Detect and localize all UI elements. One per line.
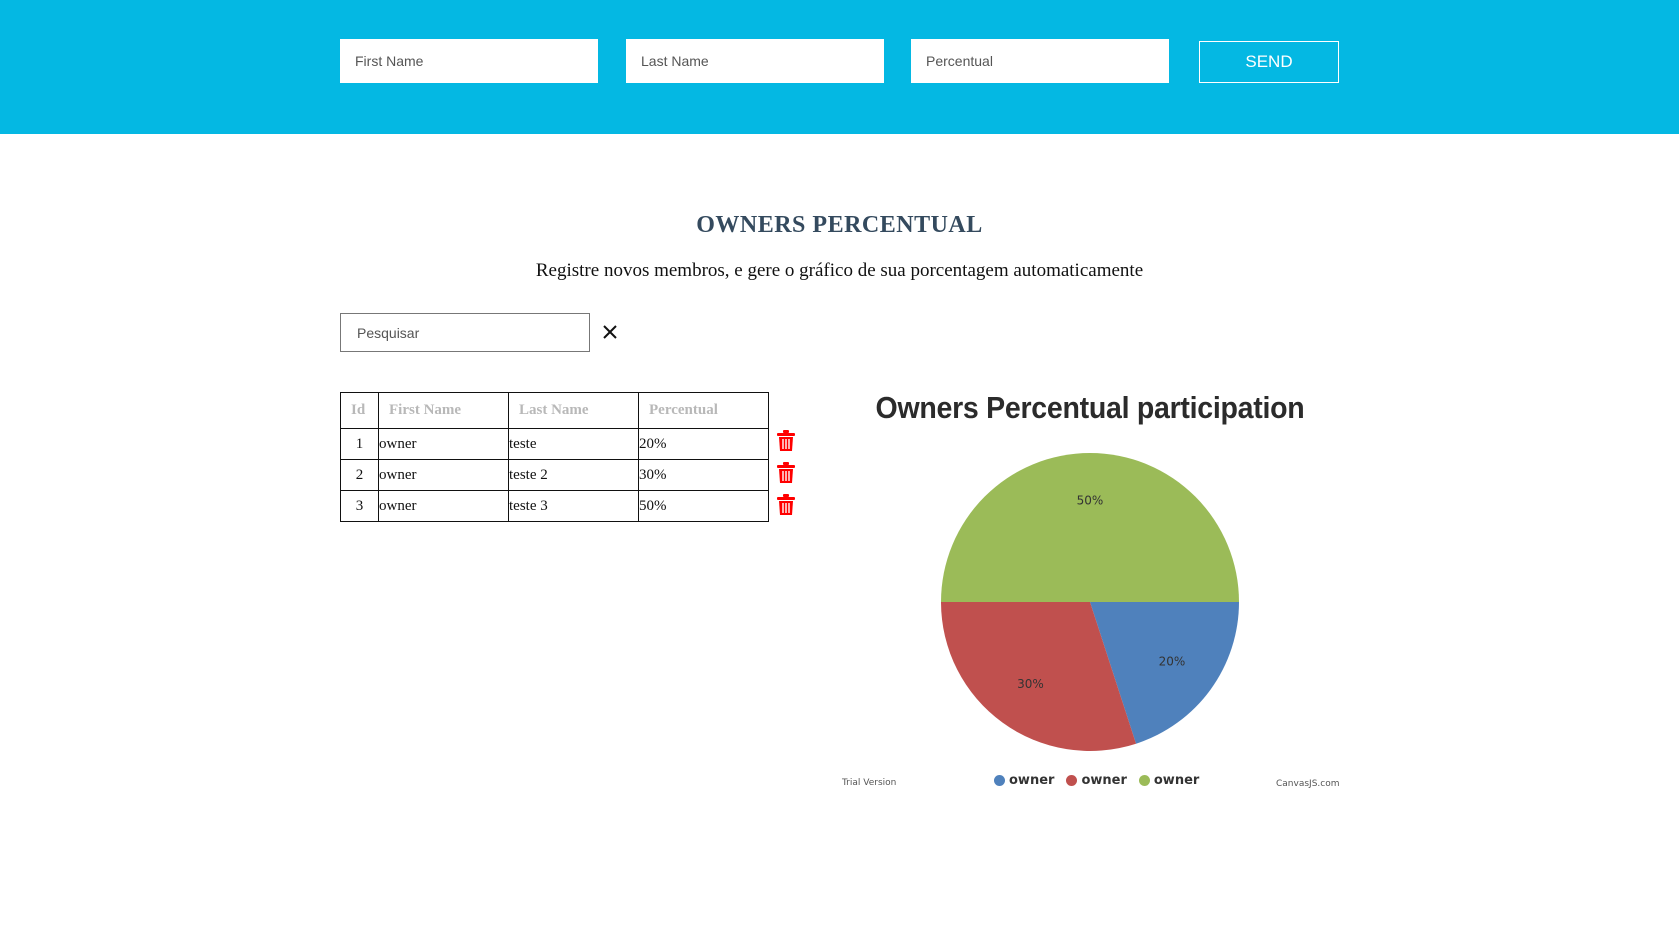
close-icon — [603, 325, 617, 339]
legend-label: owner — [1153, 773, 1200, 788]
legend-label: owner — [1081, 773, 1127, 788]
column-header-first-name: First Name — [378, 392, 509, 429]
pie-chart: 20% 30% 50% — [941, 453, 1239, 751]
clear-search-button[interactable] — [598, 318, 622, 346]
legend-marker — [994, 775, 1005, 786]
legend-item[interactable]: owner — [1066, 773, 1127, 788]
pie-slice-label: 20% — [1159, 655, 1186, 669]
table-row: 3 owner teste 3 50% — [340, 490, 769, 522]
canvasjs-credit-link[interactable]: CanvasJS.com — [1276, 779, 1339, 789]
trash-icon — [777, 462, 795, 483]
trash-icon — [777, 430, 795, 451]
page-subtitle: Registre novos membros, e gere o gráfico… — [535, 260, 1144, 281]
owners-table: Id First Name Last Name Percentual 1 own… — [340, 392, 769, 522]
last-name-input[interactable] — [626, 39, 884, 83]
cell-id: 3 — [340, 490, 379, 522]
table-row: 2 owner teste 2 30% — [340, 459, 769, 491]
legend-marker — [1066, 775, 1078, 786]
pie-slice-label: 30% — [1017, 677, 1044, 691]
cell-id: 1 — [340, 428, 379, 460]
column-header-last-name: Last Name — [508, 392, 639, 429]
pie-slice-label: 50% — [1077, 494, 1104, 508]
cell-first-name: owner — [378, 459, 509, 491]
table-row: 1 owner teste 20% — [340, 428, 769, 460]
column-header-percentual: Percentual — [638, 392, 769, 429]
first-name-input[interactable] — [340, 39, 598, 83]
cell-percentual: 50% — [638, 490, 769, 522]
legend-item[interactable]: owner — [994, 773, 1054, 788]
chart-legend: owner owner owner — [994, 773, 1199, 788]
page-title: OWNERS PERCENTUAL — [696, 212, 983, 238]
search-input[interactable] — [340, 313, 590, 352]
cell-first-name: owner — [378, 428, 509, 460]
legend-marker — [1138, 775, 1150, 786]
table-header-row: Id First Name Last Name Percentual — [340, 392, 769, 429]
column-header-id: Id — [340, 392, 379, 429]
cell-first-name: owner — [378, 490, 509, 522]
legend-label: owner — [1009, 773, 1055, 788]
delete-row-button[interactable] — [776, 430, 796, 452]
cell-percentual: 20% — [638, 428, 769, 460]
send-button[interactable]: SEND — [1199, 41, 1339, 83]
delete-row-button[interactable] — [776, 494, 796, 516]
legend-item[interactable]: owner — [1138, 773, 1200, 788]
cell-last-name: teste 3 — [508, 490, 639, 522]
percentual-input[interactable] — [911, 39, 1169, 83]
cell-last-name: teste 2 — [508, 459, 639, 491]
pie-slice[interactable] — [941, 453, 1239, 602]
cell-id: 2 — [340, 459, 379, 491]
trial-version-text: Trial Version — [842, 778, 897, 788]
header-bar: SEND — [0, 0, 1679, 134]
trash-icon — [777, 494, 795, 515]
cell-percentual: 30% — [638, 459, 769, 491]
chart-title: Owners Percentual participation — [875, 390, 1305, 425]
delete-row-button[interactable] — [776, 462, 796, 484]
cell-last-name: teste — [508, 428, 639, 460]
